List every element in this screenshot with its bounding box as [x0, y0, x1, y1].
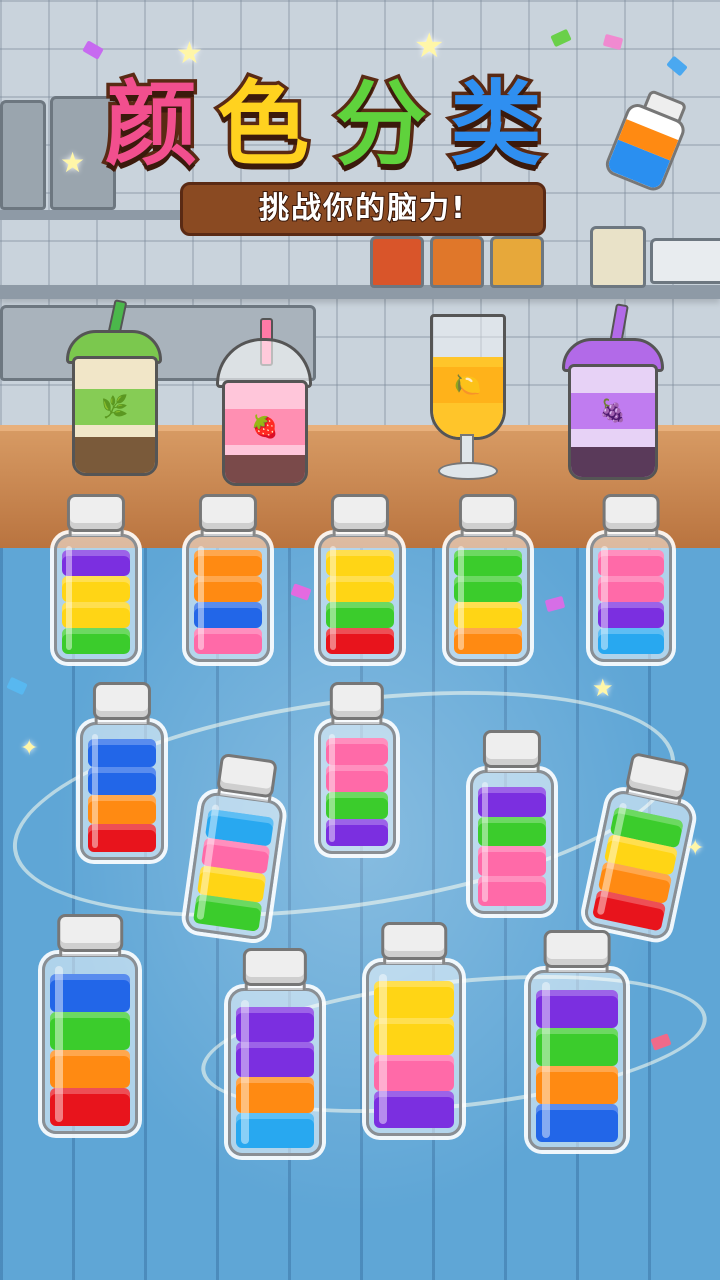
tube-cap: [458, 494, 518, 532]
liquid-layer-purple: [62, 549, 130, 576]
tube-4[interactable]: [446, 494, 530, 662]
cup: 🍇: [568, 364, 658, 480]
tube-cap: [216, 752, 278, 799]
liquid-layer-blue: [88, 738, 156, 767]
drink-milk-tea: 🌿: [66, 299, 162, 476]
leaf-icon: 🌿: [75, 389, 155, 425]
jar: [0, 100, 46, 210]
liquid-layer-blue: [88, 766, 156, 796]
tube-cap: [242, 948, 308, 986]
liquid-layer-pink: [478, 876, 546, 906]
glass-shine: [197, 546, 205, 650]
glass-shine: [65, 546, 73, 650]
jar: [490, 236, 544, 288]
liquid-layer-pink: [478, 846, 546, 877]
star-icon: ★: [176, 36, 203, 71]
title-char-1: 颜: [101, 68, 200, 182]
plate-stack: [650, 238, 720, 284]
glass-shine: [328, 734, 336, 842]
subtitle-text: 挑战你的脑力!: [258, 190, 467, 227]
title-char-4: 类: [446, 68, 545, 182]
tube-3[interactable]: [318, 494, 402, 662]
drink-grape-tea: 🍇: [562, 303, 666, 480]
jar: [370, 236, 424, 288]
tube-13[interactable]: [366, 922, 462, 1136]
cup: 🍓: [222, 380, 308, 486]
liquid-layer-green: [62, 627, 130, 654]
glass-shine: [541, 982, 550, 1138]
liquid-layer-pink: [326, 765, 388, 793]
tube-cap: [543, 930, 611, 968]
glass-shine: [55, 966, 64, 1122]
drink-strawberry-tea: 🍓: [214, 318, 314, 486]
liquid-layer-green: [454, 575, 522, 602]
liquid-layer-orange: [454, 627, 522, 654]
tube-cap: [602, 494, 660, 532]
tube-cap: [57, 914, 123, 952]
glass: 🍋: [430, 314, 506, 440]
star-icon: ★: [592, 674, 614, 702]
glass-shine: [379, 974, 388, 1124]
sparkle-icon: ✦: [686, 836, 705, 861]
tube-cap: [66, 494, 126, 532]
strawberry-icon: 🍓: [225, 409, 305, 445]
title-char-3: 分: [331, 68, 430, 182]
liquid-layer-yellow: [62, 575, 130, 602]
tube-cap: [381, 922, 447, 960]
liquid-layer-green: [454, 549, 522, 576]
tube-cap: [482, 730, 542, 768]
tube-1[interactable]: [54, 494, 138, 662]
liquid-layer-red: [88, 823, 156, 852]
liquid-layer-purple: [326, 819, 388, 846]
grape-icon: 🍇: [571, 393, 655, 429]
tube-5[interactable]: [590, 494, 672, 662]
liquid-layer-blue: [194, 601, 262, 628]
tube-6[interactable]: [80, 682, 164, 860]
glass-shine: [457, 546, 465, 650]
cup: 🌿: [72, 356, 158, 476]
tube-2[interactable]: [186, 494, 270, 662]
glass-shine: [601, 546, 609, 650]
star-icon: ★: [414, 26, 445, 66]
glass-shine: [481, 782, 489, 902]
tube-11[interactable]: [42, 914, 138, 1134]
star-icon: ★: [60, 146, 86, 179]
glass-base: [438, 462, 498, 480]
sparkle-icon: ✦: [20, 736, 39, 761]
liquid-layer-purple: [478, 786, 546, 817]
title-char-2: 色: [213, 68, 312, 182]
tube-cap: [92, 682, 152, 720]
liquid-layer-yellow: [326, 575, 394, 602]
liquid-layer-pink: [194, 627, 262, 654]
tube-9[interactable]: [470, 730, 554, 914]
tube-7[interactable]: [318, 682, 396, 854]
liquid-layer-orange: [88, 795, 156, 824]
liquid-layer-yellow: [326, 549, 394, 576]
tube-12[interactable]: [228, 948, 322, 1156]
glass-shine: [329, 546, 337, 650]
liquid-layer-orange: [194, 549, 262, 576]
liquid-layer-green: [478, 816, 546, 847]
liquid-layer-pink: [326, 738, 388, 766]
liquid-layer-yellow: [62, 601, 130, 628]
tube-cap: [329, 682, 385, 720]
jar: [590, 226, 646, 288]
liquid-layer-yellow: [454, 601, 522, 628]
liquid-layer-orange: [194, 575, 262, 602]
game-title: 颜 色 分 类 挑战你的脑力!: [101, 68, 615, 236]
drink-lemon-juice: 🍋: [426, 314, 510, 480]
tube-cap: [198, 494, 258, 532]
lemon-icon: 🍋: [433, 367, 503, 403]
subtitle-banner: 挑战你的脑力!: [180, 182, 546, 236]
tube-14[interactable]: [528, 930, 626, 1150]
glass-shine: [91, 734, 99, 848]
liquid-layer-green: [326, 792, 388, 820]
tube-cap: [330, 494, 390, 532]
glass-shine: [241, 1000, 249, 1144]
jar: [430, 236, 484, 288]
liquid-layer-green: [326, 601, 394, 628]
liquid-layer-red: [326, 627, 394, 654]
